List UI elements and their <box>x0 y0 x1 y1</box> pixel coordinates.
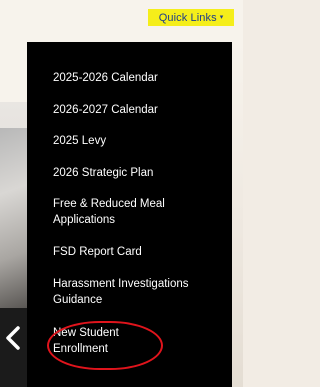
quick-links-label: Quick Links <box>158 11 217 24</box>
quick-links-dropdown: 2025-2026 Calendar 2026-2027 Calendar 20… <box>27 42 232 387</box>
background-page-right <box>232 42 243 387</box>
menu-item-new-student-enrollment[interactable]: New Student Enrollment <box>53 325 153 357</box>
menu-item-2026-2027-calendar[interactable]: 2026-2027 Calendar <box>53 102 225 118</box>
menu-item-2025-levy[interactable]: 2025 Levy <box>53 133 225 149</box>
menu-item-fsd-report-card[interactable]: FSD Report Card <box>53 244 225 260</box>
background-photo <box>0 128 27 308</box>
menu-item-harassment-investigations-guidance[interactable]: Harassment Investigations Guidance <box>53 276 193 308</box>
menu-item-2026-strategic-plan[interactable]: 2026 Strategic Plan <box>53 165 225 181</box>
chevron-left-icon <box>6 326 20 350</box>
quick-links-button[interactable]: Quick Links ▾ <box>148 9 234 26</box>
menu-item-2025-2026-calendar[interactable]: 2025-2026 Calendar <box>53 70 225 86</box>
chevron-down-icon: ▾ <box>219 14 224 21</box>
menu-item-free-reduced-meal-applications[interactable]: Free & Reduced Meal Applications <box>53 196 203 228</box>
